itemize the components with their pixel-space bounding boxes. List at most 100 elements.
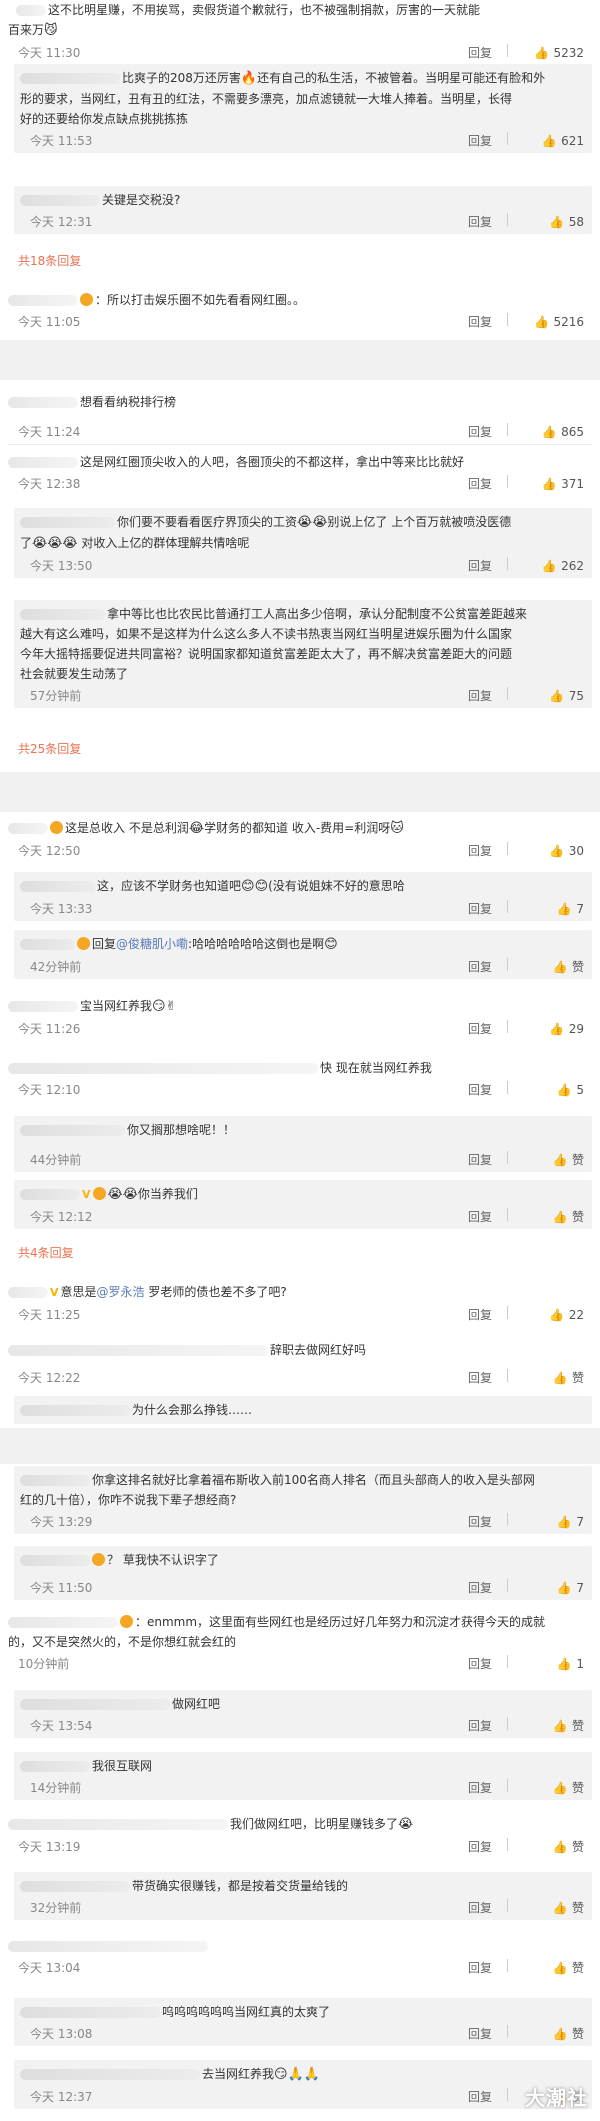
- mention-link[interactable]: @俊糖肌小嘞: [116, 937, 188, 951]
- timestamp: 32分钟前: [30, 1901, 82, 1915]
- reply-button[interactable]: 回复: [468, 1578, 492, 1598]
- reply-button[interactable]: 回复: [468, 43, 492, 63]
- reply-button[interactable]: 回复: [468, 1898, 492, 1918]
- reply-button[interactable]: 回复: [468, 212, 492, 232]
- like-button[interactable]: 👍 赞: [552, 1150, 585, 1170]
- like-button[interactable]: 👍 5232: [533, 43, 584, 63]
- reply-button[interactable]: 回复: [468, 1512, 492, 1532]
- thumbs-up-icon: 👍: [556, 1515, 572, 1529]
- like-button[interactable]: 👍 赞: [552, 1716, 585, 1736]
- comment-text: 的，又不是突然火的，不是你想红就会红的: [8, 1635, 237, 1649]
- reply-button[interactable]: 回复: [468, 1305, 492, 1325]
- reply-button[interactable]: 回复: [468, 312, 492, 332]
- reply-text: 做网红吧: [172, 1697, 221, 1711]
- like-button[interactable]: 👍 赞: [552, 1778, 585, 1798]
- comment-item: 这不比明星赚，不用挨骂，卖假货道个歉就行，也不被强制捐款，厉害的一天就能 百来万…: [8, 0, 592, 61]
- reply-item: 我很互联网 14分钟前 回复 👍 赞: [14, 1752, 592, 1800]
- like-button[interactable]: 👍 29: [549, 1019, 584, 1039]
- reply-text: 拿中等比也比农民比普通打工人高出多少倍啊，承认分配制度不公贫富差距越来: [107, 607, 528, 621]
- separator: [507, 1081, 508, 1094]
- reply-button[interactable]: 回复: [468, 1837, 492, 1857]
- reply-text: 比爽子的208万还厉害: [122, 71, 241, 85]
- reply-text: 为什么会那么挣钱……: [132, 1403, 253, 1417]
- like-button[interactable]: 👍 赞: [552, 1207, 585, 1227]
- reply-button[interactable]: 回复: [468, 131, 492, 151]
- like-button[interactable]: 👍 5: [556, 1080, 584, 1100]
- like-count: 75: [568, 689, 584, 703]
- reply-button[interactable]: 回复: [468, 474, 492, 494]
- verified-v-icon: V: [82, 1188, 91, 1201]
- more-replies-link[interactable]: 共25条回复: [18, 740, 81, 757]
- thumbs-up-icon: 👍: [552, 1371, 568, 1385]
- like-button[interactable]: 👍 262: [541, 556, 584, 576]
- section-divider: [0, 340, 600, 380]
- like-button[interactable]: 👍 赞: [552, 2024, 585, 2044]
- more-replies-link[interactable]: 共18条回复: [18, 252, 81, 269]
- reply-button[interactable]: 回复: [468, 2087, 492, 2107]
- reply-text: 社会就要发生动荡了: [20, 667, 129, 681]
- like-button[interactable]: 👍 865: [541, 422, 584, 442]
- timestamp: 今天 13:50: [30, 559, 93, 573]
- reply-text: ？ 草我快不认识字了: [107, 1553, 219, 1567]
- comment-meta: 今天 11:26 回复 👍 29: [8, 1017, 592, 1037]
- reply-item: 你们要不要看看医疗界顶尖的工资😭😭别说上亿了 上个百万就被喷没医德 了😭😭😭 对…: [14, 508, 592, 578]
- separator: [507, 557, 508, 570]
- reply-text: 你们要不要看看医疗界顶尖的工资: [117, 515, 298, 529]
- reply-button[interactable]: 回复: [468, 1716, 492, 1736]
- like-button[interactable]: 👍 22: [549, 1305, 584, 1325]
- reply-button[interactable]: 回复: [468, 1150, 492, 1170]
- reply-button[interactable]: 回复: [468, 957, 492, 977]
- reply-button[interactable]: 回复: [468, 1368, 492, 1388]
- reply-meta: 今天 12:31 回复 👍 58: [20, 210, 592, 230]
- separator: [507, 1020, 508, 1033]
- like-button[interactable]: 👍 赞: [552, 1958, 585, 1978]
- reply-button[interactable]: 回复: [468, 2024, 492, 2044]
- thumbs-up-icon: 👍: [556, 1581, 572, 1595]
- comment-item: 快 现在就当网红养我 今天 12:10 回复 👍 5: [8, 1058, 592, 1098]
- like-button[interactable]: 👍 5216: [533, 312, 584, 332]
- reply-button[interactable]: 回复: [468, 1958, 492, 1978]
- like-button[interactable]: 👍 7: [556, 1512, 584, 1532]
- like-button[interactable]: 👍 赞: [552, 1898, 585, 1918]
- reply-button[interactable]: 回复: [468, 1080, 492, 1100]
- like-button[interactable]: 👍 赞: [552, 1837, 585, 1857]
- reply-item: 你拿这排名就好比拿着福布斯收入前100名商人排名（而且头部商人的收入是头部网 红…: [14, 1466, 592, 1534]
- comment-text: 这不比明星赚，不用挨骂，卖假货道个歉就行，也不被强制捐款，厉害的一天就能: [48, 3, 481, 17]
- reply-button[interactable]: 回复: [468, 1207, 492, 1227]
- reply-item: 呜呜呜呜呜呜当网红真的太爽了 今天 13:08 回复 👍 赞: [14, 1998, 592, 2046]
- like-button[interactable]: 👍 7: [556, 899, 584, 919]
- like-button[interactable]: 👍 58: [549, 212, 584, 232]
- like-button[interactable]: 👍 1: [556, 1654, 584, 1674]
- like-button[interactable]: 👍 621: [541, 131, 584, 151]
- reply-button[interactable]: 回复: [468, 1019, 492, 1039]
- reply-button[interactable]: 回复: [468, 841, 492, 861]
- like-button[interactable]: 👍 30: [549, 841, 584, 861]
- like-button[interactable]: 👍 赞: [552, 957, 585, 977]
- like-button[interactable]: 👍 371: [541, 474, 584, 494]
- like-button[interactable]: 👍 赞: [552, 1368, 585, 1388]
- timestamp: 今天 12:10: [18, 1083, 81, 1097]
- reply-button[interactable]: 回复: [468, 899, 492, 919]
- reply-button[interactable]: 回复: [468, 556, 492, 576]
- like-button[interactable]: 👍 75: [549, 686, 584, 706]
- separator: [507, 1899, 508, 1912]
- thumbs-up-icon: 👍: [549, 689, 565, 703]
- timestamp: 今天 11:50: [30, 1581, 93, 1595]
- like-count: 5216: [553, 315, 584, 329]
- reply-button[interactable]: 回复: [468, 1778, 492, 1798]
- more-replies-link[interactable]: 共4条回复: [18, 1244, 74, 1261]
- like-count: 1: [576, 1657, 584, 1671]
- separator: [507, 2025, 508, 2038]
- reply-text: 我很互联网: [92, 1759, 153, 1773]
- reply-button[interactable]: 回复: [468, 1654, 492, 1674]
- reply-text: 别说上亿了 上个百万就被喷没医德: [327, 515, 512, 529]
- comment-item: 这是总收入 不是总利润😂学财务的都知道 收入-费用=利润呀🐱 今天 12:50 …: [8, 818, 592, 859]
- like-button[interactable]: 👍 7: [556, 1578, 584, 1598]
- crying-emoji-icon: 😭: [398, 1817, 414, 1832]
- timestamp: 今天 12:22: [18, 1371, 81, 1385]
- mention-link[interactable]: @罗永浩: [97, 1285, 145, 1299]
- reply-button[interactable]: 回复: [468, 422, 492, 442]
- comment-meta: 10分钟前 回复 👍 1: [8, 1652, 592, 1672]
- like-count: 赞: [571, 1153, 584, 1167]
- reply-button[interactable]: 回复: [468, 686, 492, 706]
